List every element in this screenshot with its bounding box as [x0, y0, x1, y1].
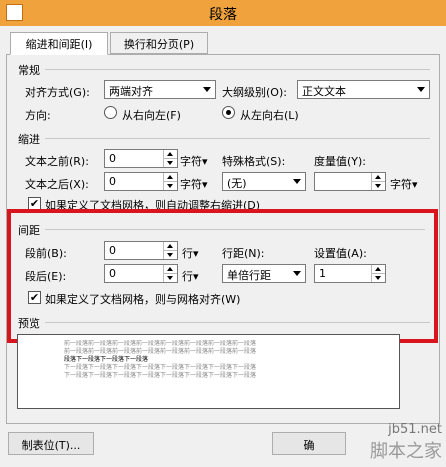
measure-label: 度量值(Y): — [314, 155, 367, 168]
watermark: jb51.net 脚本之家 — [370, 422, 442, 463]
divider — [45, 229, 425, 230]
divider — [45, 69, 430, 70]
special-value: (无) — [227, 177, 247, 190]
ltr-radio[interactable] — [222, 106, 235, 119]
line-spacing-label: 行距(N): — [222, 247, 265, 260]
spacing-after-label: 段后(E): — [25, 270, 67, 283]
spacing-after-input[interactable]: 0 — [104, 264, 178, 283]
indent-before-unit[interactable]: 字符▾ — [180, 153, 208, 169]
spin-down-icon[interactable] — [163, 250, 177, 259]
setting-input[interactable]: 1 — [314, 264, 386, 283]
indent-after-input[interactable]: 0 — [104, 172, 178, 191]
direction-label: 方向: — [25, 109, 51, 122]
measure-input[interactable] — [314, 172, 386, 191]
spacing-after-value: 0 — [109, 267, 116, 280]
spin-up-icon[interactable] — [163, 150, 177, 158]
indent-after-unit[interactable]: 字符▾ — [180, 176, 208, 192]
spacing-heading: 间距 — [18, 224, 40, 237]
indent-before-input[interactable]: 0 — [104, 149, 178, 168]
spacing-after-unit[interactable]: 行▾ — [182, 268, 199, 284]
spacing-before-unit[interactable]: 行▾ — [182, 245, 199, 261]
general-heading: 常规 — [18, 64, 40, 77]
window-title: 段落 — [209, 7, 237, 23]
line-spacing-value: 单倍行距 — [227, 269, 271, 282]
indent-heading: 缩进 — [18, 133, 40, 146]
measure-unit[interactable]: 字符▾ — [390, 176, 418, 192]
line-spacing-select[interactable]: 单倍行距 — [222, 264, 306, 283]
spacing-before-input[interactable]: 0 — [104, 241, 178, 260]
chevron-down-icon — [203, 87, 211, 92]
indent-before-label: 文本之前(R): — [25, 155, 89, 168]
spin-up-icon[interactable] — [371, 173, 385, 181]
spacing-before-value: 0 — [109, 244, 116, 257]
preview-line: 前一段落前一段落前一段落前一段落前一段落前一段落前一段落前一段落 — [64, 340, 257, 347]
tab-indent-spacing[interactable]: 缩进和间距(I) — [10, 32, 108, 55]
spin-down-icon[interactable] — [371, 273, 385, 282]
watermark-site: jb51.net — [388, 422, 442, 437]
spin-up-icon[interactable] — [163, 242, 177, 250]
setting-value: 1 — [319, 267, 326, 280]
special-select[interactable]: (无) — [222, 172, 306, 191]
tabs-button[interactable]: 制表位(T)... — [8, 432, 94, 455]
spin-down-icon[interactable] — [163, 273, 177, 282]
spin-down-icon[interactable] — [163, 158, 177, 167]
spin-up-icon[interactable] — [163, 173, 177, 181]
spacing-before-label: 段前(B): — [25, 247, 67, 260]
rtl-radio[interactable] — [104, 106, 117, 119]
ok-button[interactable]: 确 — [272, 432, 346, 455]
preview-text: 前一段落前一段落前一段落前一段落前一段落前一段落前一段落前一段落 前一段落前一段… — [64, 340, 364, 380]
special-label: 特殊格式(S): — [222, 155, 286, 168]
ltr-label: 从左向右(L) — [240, 109, 299, 122]
chevron-down-icon — [293, 179, 301, 184]
watermark-text: 脚本之家 — [370, 441, 442, 462]
spin-up-icon[interactable] — [163, 265, 177, 273]
spin-down-icon[interactable] — [163, 181, 177, 190]
align-value: 两端对齐 — [109, 85, 153, 98]
snap-grid-checkbox[interactable]: ✔ — [28, 291, 41, 304]
tab-line-page-breaks[interactable]: 换行和分页(P) — [110, 32, 208, 54]
rtl-label: 从右向左(F) — [122, 109, 181, 122]
indent-after-label: 文本之后(X): — [25, 178, 89, 191]
preview-line: 段落下一段落下一段落下一段落 — [64, 356, 149, 363]
preview-heading: 预览 — [18, 317, 40, 330]
chevron-down-icon — [293, 271, 301, 276]
outline-select[interactable]: 正文文本 — [297, 80, 430, 99]
snap-grid-label: 如果定义了文档网格，则与网格对齐(W) — [45, 293, 241, 306]
setting-label: 设置值(A): — [314, 247, 367, 260]
indent-after-value: 0 — [109, 175, 116, 188]
preview-line: 前一段落前一段落前一段落前一段落前一段落前一段落前一段落前一段落 — [64, 348, 257, 355]
divider — [45, 322, 430, 323]
spin-down-icon[interactable] — [371, 181, 385, 190]
chevron-down-icon — [417, 87, 425, 92]
align-label: 对齐方式(G): — [25, 86, 90, 99]
preview-line: 下一段落下一段落下一段落下一段落下一段落下一段落下一段落下一段落 — [64, 364, 257, 371]
align-select[interactable]: 两端对齐 — [104, 80, 216, 99]
outline-value: 正文文本 — [302, 85, 346, 98]
spin-up-icon[interactable] — [371, 265, 385, 273]
preview-line: 下一段落下一段落下一段落下一段落下一段落下一段落下一段落下一段落 — [64, 372, 257, 379]
outline-label: 大纲级别(O): — [222, 86, 287, 99]
indent-before-value: 0 — [109, 152, 116, 165]
divider — [45, 138, 430, 139]
